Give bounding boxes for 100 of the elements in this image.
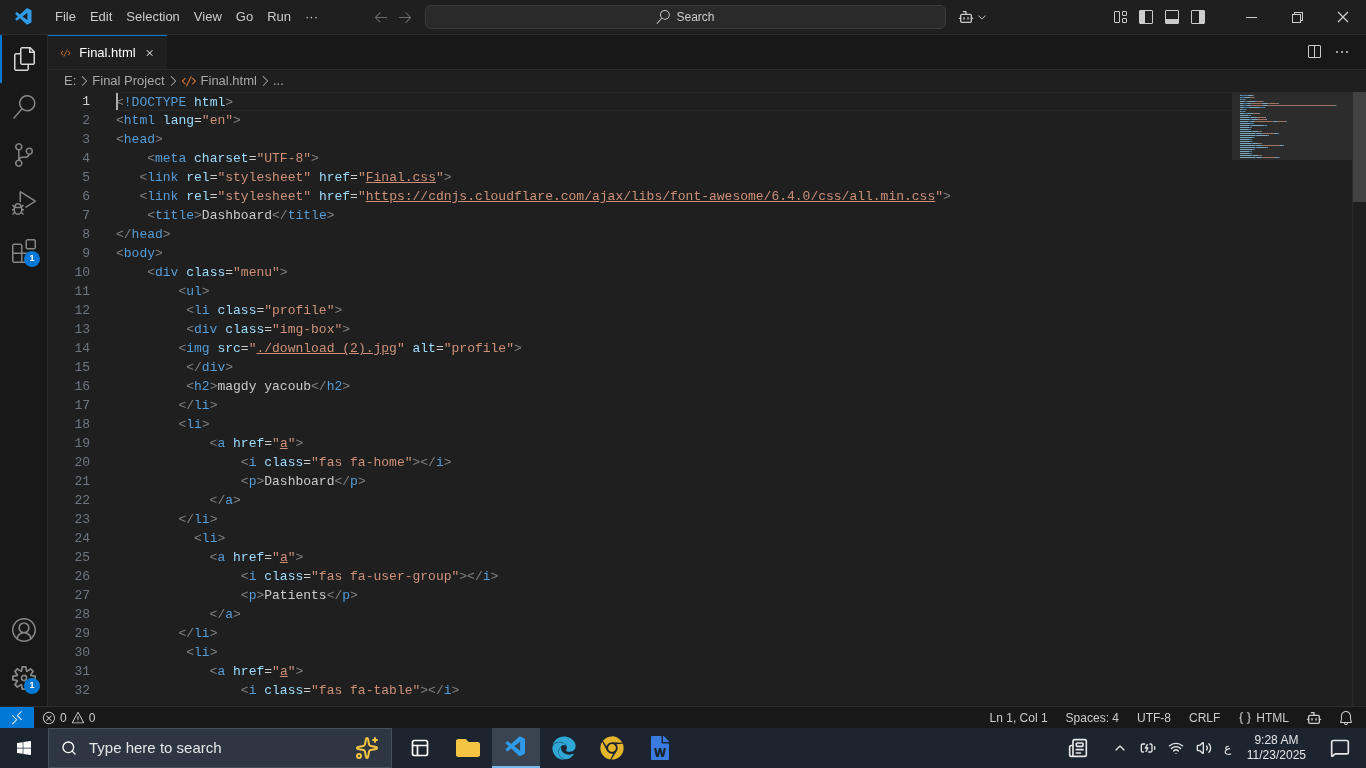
code-line: <link rel="stylesheet" href="https://cdnjs.cloudflare.com/ajax/libs/font-awesome/6.4.0/css/all.min.css"> — [138, 188, 951, 206]
minimize-icon — [1245, 16, 1257, 18]
code-line: </a> — [208, 492, 241, 510]
menu-item[interactable]: File — [48, 4, 83, 30]
clock-time[interactable]: 9:28 AM — [1254, 733, 1299, 748]
line-number: 10 — [73, 264, 90, 282]
code-editor-icon — [504, 735, 528, 759]
word-icon — [648, 736, 672, 760]
code-line: <a href="a"> — [208, 549, 304, 567]
status-item[interactable]: Ln 1, Col 1 — [980, 707, 1057, 728]
line-number: 26 — [73, 568, 90, 586]
menu-item[interactable]: Selection — [119, 4, 187, 30]
taskbar-search-input[interactable]: Type here to search — [89, 736, 343, 760]
line-number: 22 — [73, 492, 90, 510]
line-number: 3 — [81, 131, 90, 149]
line-number: 27 — [73, 587, 90, 605]
line-number: 31 — [73, 663, 90, 681]
breadcrumb-item[interactable]: ... — [272, 71, 284, 91]
code-line: <div class="img-box"> — [185, 321, 351, 339]
breadcrumb-item[interactable]: Final Project — [92, 71, 165, 91]
code-line: </div> — [185, 359, 234, 377]
menu-item[interactable]: Edit — [82, 4, 120, 30]
wifi-icon[interactable] — [1167, 740, 1184, 756]
breadcrumb-item[interactable]: Final.html — [200, 71, 257, 91]
branch-icon — [12, 143, 36, 167]
taskbar-search-field[interactable]: Type here to search — [48, 728, 392, 768]
edge-icon — [552, 736, 576, 760]
code-line: <li class="profile"> — [185, 302, 343, 320]
split-editor-icon[interactable] — [1306, 44, 1322, 60]
clock-date[interactable]: 11/23/2025 — [1246, 748, 1306, 763]
notifications-icon[interactable] — [1330, 738, 1350, 758]
search-icon — [12, 95, 36, 119]
sidebar-left-icon[interactable] — [1138, 9, 1154, 25]
error-icon — [42, 710, 56, 725]
line-number: 7 — [81, 207, 90, 225]
status-item[interactable]: UTF-8 — [1128, 707, 1180, 728]
line-number: 16 — [73, 378, 90, 396]
task-view-icon — [410, 738, 430, 758]
code-line: </li> — [177, 511, 218, 529]
code-line: <body> — [116, 245, 163, 263]
problems-button[interactable]: 0 0 — [34, 707, 104, 728]
news-icon[interactable] — [1067, 738, 1088, 758]
braces-icon — [1238, 710, 1253, 725]
code-line: <p>Dashboard</p> — [239, 473, 366, 491]
code-line: <i class="fas fa-home"></i> — [239, 454, 452, 472]
code-line: </a> — [208, 606, 241, 624]
status-item[interactable]: CRLF — [1180, 707, 1230, 728]
app-logo-icon — [14, 7, 34, 27]
code-line: <html lang="en"> — [116, 112, 241, 130]
code-line: <li> — [185, 644, 218, 662]
bell-icon[interactable] — [1338, 709, 1354, 726]
line-number: 2 — [81, 112, 90, 130]
close-icon — [1335, 9, 1351, 25]
settings-button[interactable]: 1 — [0, 654, 48, 702]
status-item[interactable]: Spaces: 4 — [1056, 707, 1128, 728]
line-number: 25 — [73, 549, 90, 567]
code-editor-button[interactable] — [492, 728, 540, 768]
volume-icon[interactable] — [1195, 740, 1212, 756]
chat-icon[interactable] — [1306, 709, 1322, 726]
html-file-icon — [180, 73, 197, 89]
code-line: <ul> — [177, 283, 210, 301]
folder-icon — [456, 736, 480, 760]
menu-item[interactable]: ··· — [298, 4, 325, 30]
line-number: 4 — [81, 150, 90, 168]
code-line: </head> — [116, 226, 171, 244]
line-number: 30 — [73, 644, 90, 662]
battery-icon[interactable] — [1139, 740, 1156, 756]
line-number: 14 — [73, 340, 90, 358]
code-line: <li> — [177, 416, 210, 434]
code-line: <link rel="stylesheet" href="Final.css"> — [138, 169, 452, 187]
line-number: 24 — [73, 530, 90, 548]
code-line: <i class="fas fa-table"></i> — [239, 682, 460, 700]
editor-tab[interactable]: Final.html — [48, 35, 167, 69]
sidebar-right-icon[interactable] — [1190, 9, 1206, 25]
chat-icon[interactable] — [958, 9, 974, 25]
code-line: <title>Dashboard</title> — [146, 207, 335, 225]
input-language[interactable]: ع — [1223, 739, 1231, 757]
code-line: <img src="./download (2).jpg" alt="profile"> — [177, 340, 522, 358]
code-line: <a href="a"> — [208, 663, 304, 681]
menu-item[interactable]: Run — [260, 4, 298, 30]
extensions-button[interactable]: 1 — [0, 227, 48, 275]
search-icon — [656, 10, 671, 24]
line-number: 13 — [73, 321, 90, 339]
language-mode-button[interactable]: HTML — [1229, 707, 1298, 728]
code-line: </li> — [177, 625, 218, 643]
menu-item[interactable]: Go — [228, 4, 261, 30]
panel-icon[interactable] — [1164, 9, 1180, 25]
line-number: 28 — [73, 606, 90, 624]
line-number: 18 — [73, 416, 90, 434]
search-field[interactable]: Search — [425, 5, 946, 29]
notification-badge: 1 — [24, 251, 40, 267]
line-number: 21 — [73, 473, 90, 491]
breadcrumb-item[interactable]: E: — [64, 71, 77, 91]
menu-item[interactable]: View — [186, 4, 229, 30]
line-number: 8 — [81, 226, 90, 244]
account-icon — [12, 618, 36, 642]
scrollbar-thumb[interactable] — [1353, 92, 1366, 202]
code-line: </li> — [177, 397, 218, 415]
layout-icon[interactable] — [1112, 9, 1128, 25]
code-line: <head> — [116, 131, 163, 149]
